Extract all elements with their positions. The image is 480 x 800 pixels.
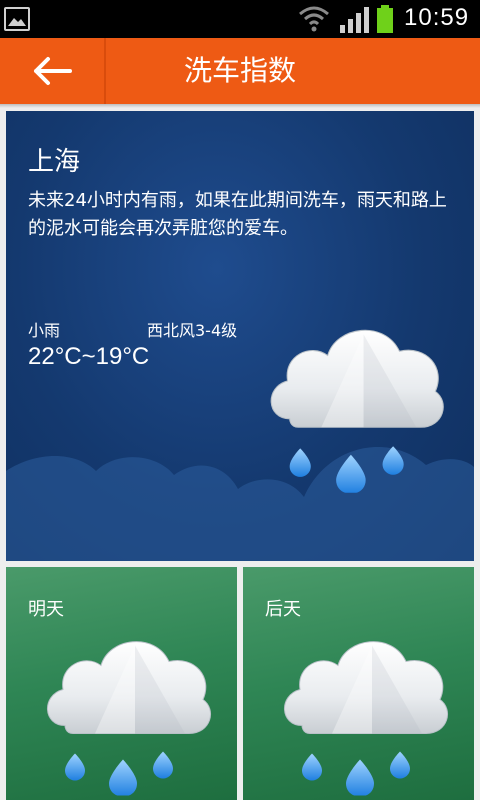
page-title: 洗车指数	[183, 54, 296, 87]
status-bar: 10:59	[0, 0, 480, 38]
title-bar: 洗车指数	[0, 38, 480, 108]
car-wash-advice: 未来24小时内有雨，如果在此期间洗车，雨天和路上的泥水可能会再次弄脏您的爱车。	[28, 190, 447, 239]
rain-cloud-icon	[272, 623, 452, 798]
rain-cloud-icon	[35, 623, 215, 798]
forecast-card-day-after[interactable]: 后天	[243, 567, 474, 800]
arrow-left-icon	[34, 57, 72, 85]
rain-cloud-icon	[258, 313, 448, 493]
title-shadow	[0, 104, 480, 108]
weather-condition: 小雨	[28, 321, 61, 340]
battery-icon	[377, 5, 393, 33]
wind-info: 西北风3-4级	[147, 321, 238, 340]
forecast-card-tomorrow[interactable]: 明天	[6, 567, 237, 800]
wifi-icon	[299, 6, 329, 32]
signal-icon	[340, 7, 369, 33]
status-time: 10:59	[404, 4, 470, 31]
today-weather-panel: 上海 未来24小时内有雨，如果在此期间洗车，雨天和路上的泥水可能会再次弄脏您的爱…	[6, 111, 474, 561]
forecast-label: 后天	[265, 599, 301, 620]
temperature-range: 22°C~19°C	[28, 343, 150, 370]
forecast-label: 明天	[28, 599, 64, 620]
gallery-icon	[4, 7, 30, 31]
back-button[interactable]	[0, 38, 104, 104]
city-name: 上海	[28, 147, 81, 177]
